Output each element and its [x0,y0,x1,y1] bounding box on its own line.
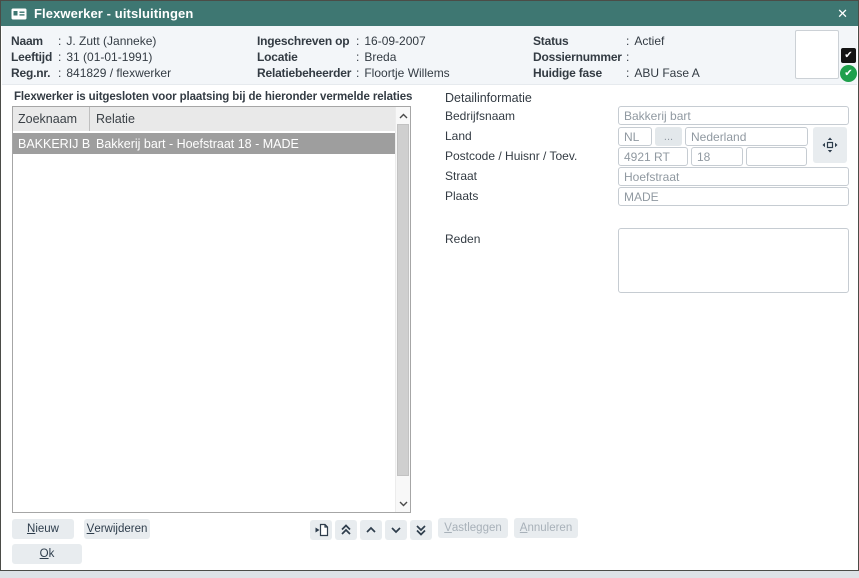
reden-textarea[interactable] [618,228,849,293]
header-column-3: Status:Actief Dossiernummer: Huidige fas… [533,33,700,81]
next-record-icon[interactable] [385,520,407,540]
photo-placeholder [795,30,839,79]
map-locate-button[interactable] [813,127,847,163]
plaats-input[interactable] [618,187,849,206]
previous-record-icon[interactable] [360,520,382,540]
annuleren-button[interactable]: Annuleren [514,518,578,538]
field-locatie: Locatie:Breda [257,49,450,65]
list-row[interactable]: BAKKERIJ BA... Bakkerij bart - Hoefstraa… [13,133,395,154]
vertical-scrollbar[interactable] [395,107,410,512]
reden-label: Reden [445,232,480,246]
straat-input[interactable] [618,167,849,186]
postcode-label: Postcode / Huisnr / Toev. [445,149,577,163]
move-crosshair-icon [822,137,838,153]
last-record-icon[interactable] [410,520,432,540]
toevoeging-input[interactable] [746,147,807,166]
landnaam-input[interactable] [685,127,808,146]
list-header: Zoeknaam Relatie [13,107,395,131]
postcode-input[interactable] [618,147,688,166]
detail-title: Detailinformatie [445,91,532,105]
titlebar[interactable]: Flexwerker - uitsluitingen ✕ [1,1,858,26]
field-dossiernummer: Dossiernummer: [533,49,700,65]
header-column-1: Naam:J. Zutt (Janneke) Leeftijd:31 (01-0… [11,33,171,81]
verwijderen-button[interactable]: Verwijderen [84,519,150,539]
contact-card-icon [11,8,27,20]
exclusions-caption: Flexwerker is uitgesloten voor plaatsing… [14,91,412,103]
landcode-input[interactable] [618,127,652,146]
field-status: Status:Actief [533,33,700,49]
bedrijfsnaam-label: Bedrijfsnaam [445,109,515,123]
bedrijfsnaam-input[interactable] [618,106,849,125]
huisnr-input[interactable] [691,147,743,166]
nieuw-button[interactable]: Nieuw [12,519,74,539]
scroll-down-icon[interactable] [396,496,410,511]
land-label: Land [445,129,472,143]
field-huidige-fase: Huidige fase:ABU Fase A [533,65,700,81]
close-icon[interactable]: ✕ [837,7,848,20]
land-browse-button[interactable]: ... [655,127,682,146]
field-relatiebeheerder: Relatiebeheerder:Floortje Willems [257,65,450,81]
record-navigation [310,520,432,540]
header-info: Naam:J. Zutt (Janneke) Leeftijd:31 (01-0… [2,26,857,85]
exclusions-list: Zoeknaam Relatie BAKKERIJ BA... Bakkerij… [12,106,411,513]
column-header-relatie[interactable]: Relatie [90,107,395,131]
status-ok-icon: ✔ [840,65,857,82]
column-header-zoeknaam[interactable]: Zoeknaam [13,107,90,131]
vastleggen-button[interactable]: Vastleggen [438,518,508,538]
dialog-flexwerker-uitsluitingen: Flexwerker - uitsluitingen ✕ Naam:J. Zut… [0,0,859,571]
screen: Flexwerker - uitsluitingen ✕ Naam:J. Zut… [0,0,859,578]
straat-label: Straat [445,169,477,183]
field-ingeschreven-op: Ingeschreven op:16-09-2007 [257,33,450,49]
cell-relatie: Bakkerij bart - Hoefstraat 18 - MADE [90,133,395,154]
field-naam: Naam:J. Zutt (Janneke) [11,33,171,49]
header-column-2: Ingeschreven op:16-09-2007 Locatie:Breda… [257,33,450,81]
ok-button[interactable]: Ok [12,544,82,564]
checked-checkbox-icon[interactable]: ✔ [841,48,856,63]
plaats-label: Plaats [445,189,478,203]
first-record-icon[interactable] [335,520,357,540]
goto-record-icon[interactable] [310,520,332,540]
cell-zoeknaam: BAKKERIJ BA... [13,133,90,154]
field-regnr: Reg.nr.:841829 / flexwerker [11,65,171,81]
scroll-up-icon[interactable] [396,108,410,123]
scrollbar-thumb[interactable] [397,124,409,476]
field-leeftijd: Leeftijd:31 (01-01-1991) [11,49,171,65]
window-title: Flexwerker - uitsluitingen [34,6,193,21]
